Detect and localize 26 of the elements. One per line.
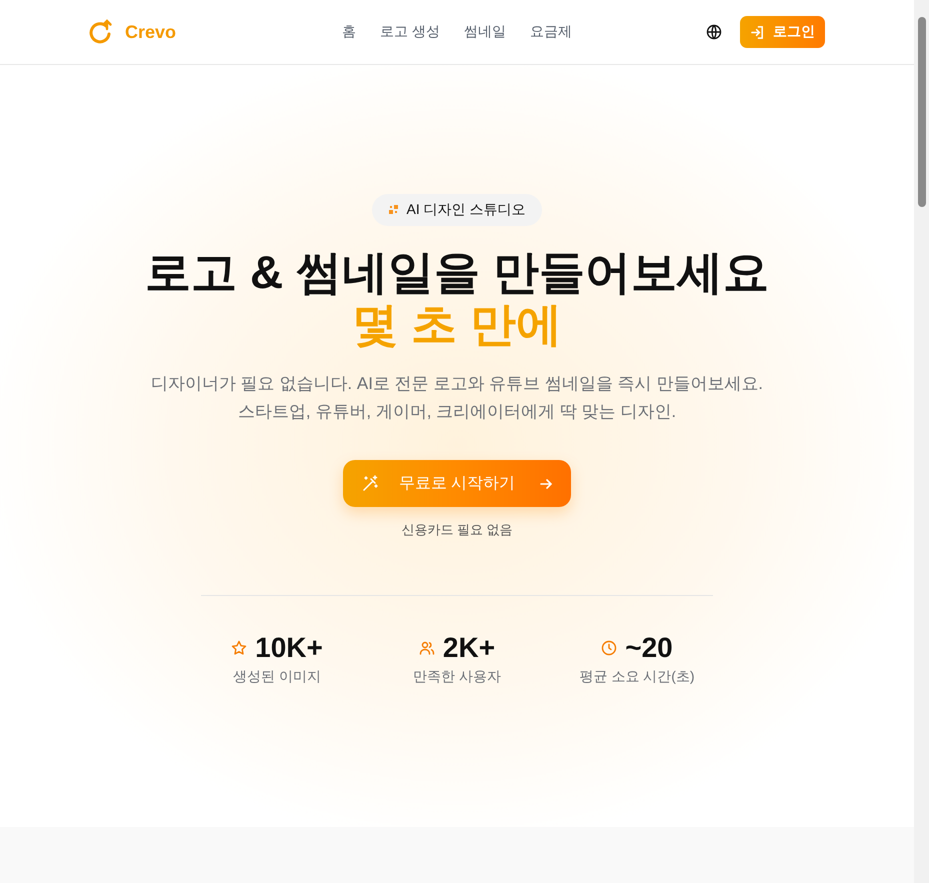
hero-badge: AI 디자인 스튜디오: [372, 194, 542, 226]
stat-label: 만족한 사용자: [413, 668, 501, 686]
magic-wand-icon: [360, 474, 379, 492]
nav-link[interactable]: 썸네일: [464, 23, 506, 41]
stat-value: 2K+: [442, 632, 496, 664]
globe-icon[interactable]: [706, 24, 722, 40]
hero-accent-title: 몇 초 만에: [352, 298, 562, 350]
nav-link[interactable]: 홈: [342, 23, 356, 41]
stat-value: 10K+: [255, 632, 323, 664]
login-icon: [750, 24, 765, 40]
hero-subtitle: 스타트업, 유튜버, 게이머, 크리에이터에게 딱 맞는 디자인.: [238, 401, 676, 423]
scrollbar[interactable]: [914, 0, 929, 883]
hero-title: 로고 & 썸네일을 만들어보세요: [145, 246, 769, 298]
sparkle-icon: [388, 204, 400, 216]
star-icon: [231, 640, 248, 656]
stat-label: 평균 소요 시간(초): [579, 668, 695, 686]
clock-icon: [601, 640, 618, 656]
stat-value: ~20: [625, 632, 673, 664]
arrow-right-icon: [539, 476, 554, 490]
nav-link[interactable]: 로고 생성: [380, 23, 440, 41]
users-icon: [418, 640, 435, 656]
cta-note: 신용카드 필요 없음: [401, 521, 513, 539]
stat-label: 생성된 이미지: [233, 668, 321, 686]
scrollbar-thumb[interactable]: [918, 17, 926, 207]
nav-link[interactable]: 요금제: [530, 23, 572, 41]
hero-subtitle: 디자이너가 필요 없습니다. AI로 전문 로고와 유튜브 썸네일을 즉시 만들어보세요.: [150, 373, 764, 395]
